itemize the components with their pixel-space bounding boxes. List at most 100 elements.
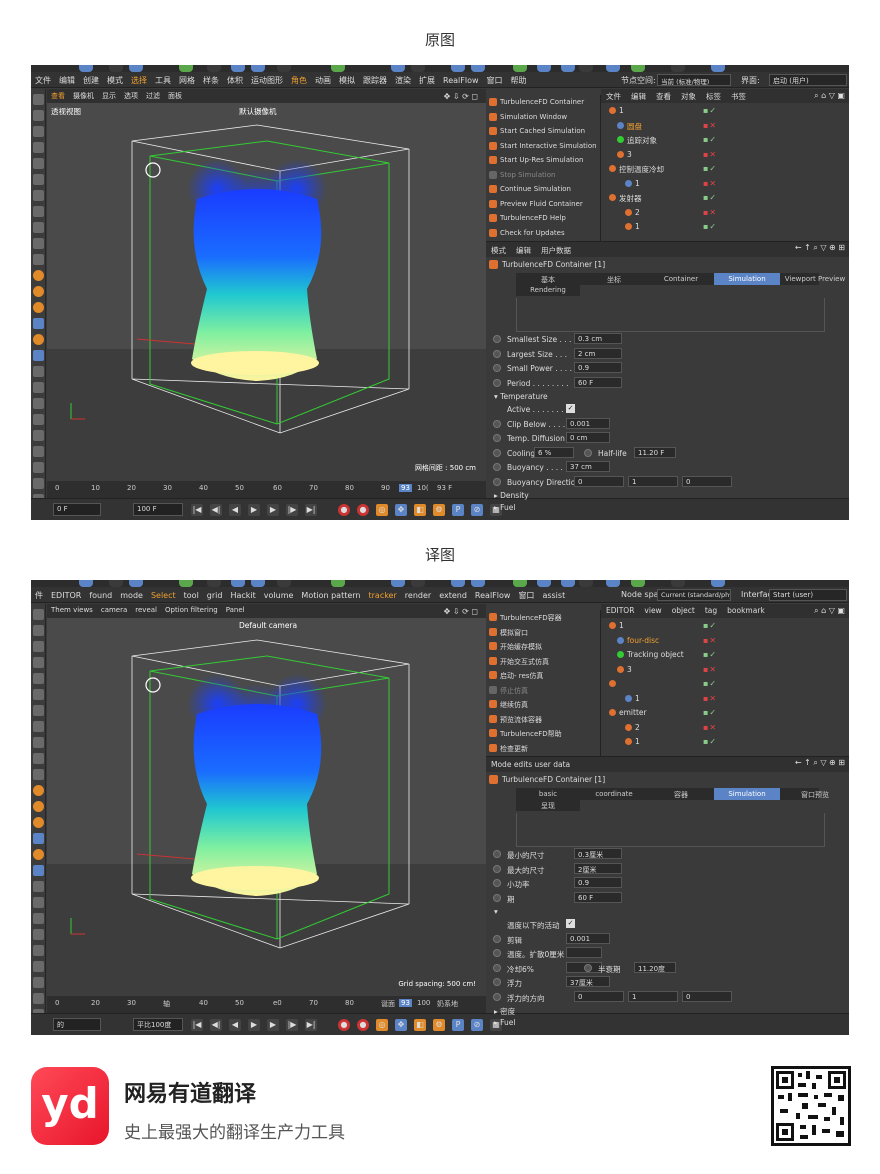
end-frame-field[interactable]: 平比100度 <box>133 1018 183 1031</box>
tool-icon[interactable] <box>33 689 44 700</box>
go-start-button[interactable]: |◀ <box>191 1019 203 1031</box>
param-value-field[interactable]: 60 F <box>574 376 622 388</box>
object-manager-icons[interactable]: ⌕ ⌂ ▽ ▣ <box>814 606 845 616</box>
param-animate-dot[interactable] <box>493 378 501 387</box>
anim-mode-button[interactable]: ⊘ <box>471 504 483 516</box>
toolbar-icon[interactable] <box>471 65 485 72</box>
tool-icon[interactable] <box>33 254 44 265</box>
object-flags[interactable]: ▪✓ <box>703 679 717 688</box>
object-row[interactable]: 发射器 ▪✓ <box>601 190 849 205</box>
toolbar-icon[interactable] <box>411 580 425 587</box>
toolbar-icon[interactable] <box>331 580 345 587</box>
toolbar-icon[interactable] <box>451 65 465 72</box>
menu-item[interactable]: 模式 <box>103 72 127 86</box>
key-settings-button[interactable]: ◎ <box>376 504 388 516</box>
param-animate-dot[interactable] <box>493 963 501 972</box>
param-animate-dot[interactable] <box>493 434 501 442</box>
toolbar-icon[interactable] <box>513 65 527 72</box>
attribute-tab[interactable]: 基本 <box>516 273 580 285</box>
go-start-button[interactable]: |◀ <box>191 504 203 516</box>
object-menu-item[interactable]: 标签 <box>701 89 726 102</box>
tool-icon[interactable] <box>33 174 44 185</box>
toolbar-icon[interactable] <box>513 580 527 587</box>
attribute-tab[interactable]: Viewport Preview <box>780 273 849 285</box>
object-flags[interactable]: ▪✓ <box>703 222 717 231</box>
plugin-menu-item[interactable]: 模拟窗口 <box>486 625 600 640</box>
tool-icon[interactable] <box>33 238 44 249</box>
tool-icon[interactable] <box>33 865 44 876</box>
toolbar-icon[interactable] <box>671 65 685 72</box>
param-animate-dot[interactable] <box>493 419 501 428</box>
tool-icon[interactable] <box>33 817 44 828</box>
object-menu-item[interactable]: object <box>667 604 700 615</box>
menu-item[interactable]: 跟踪器 <box>359 72 391 86</box>
param-animate-dot[interactable] <box>493 934 501 943</box>
scale-key-button[interactable]: ◧ <box>414 1019 426 1031</box>
param-animate-dot[interactable] <box>493 879 501 887</box>
toolbar-icon[interactable] <box>631 580 645 587</box>
toolbar-icon[interactable] <box>277 580 291 587</box>
toolbar-icon[interactable] <box>451 580 465 587</box>
plugin-menu-item[interactable]: Start Up-Res Simulation <box>486 153 600 168</box>
toolbar-icon[interactable] <box>331 65 345 72</box>
menu-item[interactable]: Motion pattern <box>297 588 364 600</box>
menu-item[interactable]: tracker <box>364 588 400 600</box>
play-button[interactable]: ▶ <box>248 504 260 516</box>
menu-item[interactable]: extend <box>435 588 471 600</box>
object-menu-item[interactable]: view <box>639 604 666 615</box>
tool-icon[interactable] <box>33 190 44 201</box>
menu-item[interactable]: 工具 <box>151 72 175 86</box>
object-flags[interactable]: ▪✕ <box>703 694 717 703</box>
menu-item[interactable]: 动画 <box>311 72 335 86</box>
toolbar-icon[interactable] <box>606 580 620 587</box>
toolbar-icon[interactable] <box>631 65 645 72</box>
pla-key-button[interactable]: P <box>452 504 464 516</box>
param-animate-dot[interactable] <box>584 448 592 457</box>
record-button[interactable]: ● <box>338 504 350 516</box>
attribute-tab-rendering[interactable]: 呈现 <box>516 800 580 811</box>
viewport-3d[interactable]: Them views camera reveal Option filtering Pa… <box>47 604 486 996</box>
attribute-nav-icons[interactable]: ← ↑ ⌕ ▽ ⊕ ⊞ <box>795 243 845 253</box>
param-value-field[interactable] <box>566 947 602 958</box>
toolbar-icon[interactable] <box>79 65 93 72</box>
tool-icon[interactable] <box>33 609 44 620</box>
next-frame-button[interactable]: ▶ <box>267 1019 279 1031</box>
param-animate-dot[interactable] <box>493 992 501 1001</box>
tool-icon[interactable] <box>33 398 44 409</box>
object-row[interactable]: 1 ▪✓ <box>601 219 849 234</box>
param-value-field[interactable]: 0 cm <box>566 432 610 443</box>
param-animate-dot[interactable] <box>493 477 501 486</box>
toolbar-icon[interactable] <box>537 580 551 587</box>
viewport-3d[interactable]: 查看 摄像机 显示 选项 过滤 面板 ✥ ⇩ ⟳ ◻ 透视视图 默认摄像机 网格间距 : 500 … <box>47 89 486 481</box>
tool-icon[interactable] <box>33 753 44 764</box>
toolbar-icon[interactable] <box>207 580 221 587</box>
tool-icon[interactable] <box>33 126 44 137</box>
toolbar-icon[interactable] <box>606 65 620 72</box>
param-value-field[interactable]: 60 F <box>574 891 622 903</box>
toolbar-icon[interactable] <box>179 65 193 72</box>
tool-icon[interactable] <box>33 945 44 956</box>
attribute-tab[interactable]: 坐标 <box>580 273 648 285</box>
menu-item[interactable]: render <box>401 588 435 600</box>
param-value-field[interactable]: 0.9 <box>574 877 622 888</box>
tool-icon[interactable] <box>33 833 44 844</box>
menu-item[interactable]: 体积 <box>223 72 247 86</box>
next-key-button[interactable]: |▶ <box>286 504 298 516</box>
param-value-field[interactable]: 2 cm <box>574 347 622 359</box>
tool-icon[interactable] <box>33 302 44 313</box>
record-button[interactable]: ● <box>338 1019 350 1031</box>
param-animate-dot[interactable] <box>584 963 592 972</box>
param-value-field[interactable]: 37厘米 <box>566 976 610 987</box>
timeline-ruler[interactable]: 0 20 30 轴 40 50 e0 70 80 诞面 93 100 奶系地 <box>47 996 486 1013</box>
active-checkbox[interactable]: ✓ <box>566 404 575 413</box>
plugin-menu-item[interactable]: TurbulenceFD Container <box>486 95 600 110</box>
menu-item[interactable]: 文件 <box>31 72 55 86</box>
param-value-field-3[interactable]: 0 <box>682 475 732 487</box>
next-frame-button[interactable]: ▶ <box>267 504 279 516</box>
toolbar-icon[interactable] <box>207 65 221 72</box>
param-value-field-2[interactable]: 11.20 F <box>634 446 676 458</box>
object-flags[interactable]: ▪✕ <box>703 179 717 188</box>
end-frame-field[interactable]: 100 F <box>133 503 183 516</box>
tool-icon[interactable] <box>33 110 44 121</box>
plugin-menu-item[interactable]: TurbulenceFD容器 <box>486 610 600 625</box>
